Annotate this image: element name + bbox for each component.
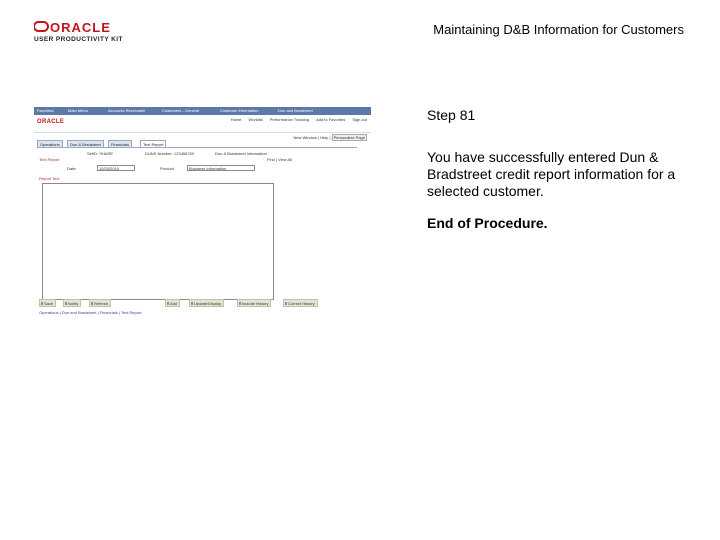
nav-item-customer-information[interactable]: Customer Information [220,108,258,113]
duns-number-text: DUNS Number: 123456789 [145,151,194,156]
nav-item-dun-bradstreet[interactable]: Dun and Bradstreet [278,108,313,113]
tab-operations[interactable]: Operations [37,140,63,147]
date-field[interactable]: 10/20/2010 [97,165,135,171]
nav-item-favorites[interactable]: Favorites [37,108,53,113]
section-title: Text Report [39,157,60,162]
upk-product-text: USER PRODUCTIVITY KIT [34,36,123,43]
dnb-information-text: Dun & Bradstreet Information [215,151,267,156]
correct-history-button[interactable]: Correct History [283,299,318,307]
page-tools: New Window | Help | Personalize Page [293,134,367,141]
tab-text-report[interactable]: Text Report [140,140,167,147]
application-screenshot: Favorites Main Menu Accounts Receivable … [34,107,371,319]
product-select[interactable]: Business Information [187,165,255,171]
oracle-upk-logo: ORACLE USER PRODUCTIVITY KIT [34,20,134,48]
nav-item-accounts-receivable[interactable]: Accounts Receivable [108,108,145,113]
sign-out-link[interactable]: Sign out [352,117,367,122]
nav-item-customers-general[interactable]: Customers - General [162,108,199,113]
include-history-button[interactable]: Include History [237,299,272,307]
notify-button[interactable]: Notify [63,299,82,307]
find-view-all-link[interactable]: Find | View All [267,157,292,162]
button-bar: Save Notify Refresh Add Update/Display I… [39,299,357,307]
tab-dun-bradstreet[interactable]: Dun & Bradstreet [67,140,104,147]
setid-text: SetID: SHARE [87,151,114,156]
tab-financials[interactable]: Financials [108,140,133,147]
end-of-procedure: End of Procedure. [427,215,548,231]
report-text-label: Report Text [39,176,60,181]
update-display-button[interactable]: Update/Display [189,299,225,307]
add-button[interactable]: Add [165,299,181,307]
refresh-button[interactable]: Refresh [89,299,112,307]
bottom-page-links[interactable]: Operations | Dun and Bradstreet | Financ… [39,310,141,315]
oracle-brand-text: ORACLE [50,20,111,35]
new-window-link[interactable]: New Window [294,135,317,140]
step-description: You have successfully entered Dun & Brad… [427,149,676,199]
step-number: Step 81 [427,107,476,123]
help-link[interactable]: Help [320,135,328,140]
text-report-form: SetID: SHARE DUNS Number: 123456789 Dun … [37,147,357,300]
top-navigation-bar: Favorites Main Menu Accounts Receivable … [34,107,371,115]
product-label: Product: [160,166,175,171]
header-links: Home Worklist Performance Tracking Add t… [225,117,367,122]
performance-tracking-link[interactable]: Performance Tracking [270,117,309,122]
save-button[interactable]: Save [39,299,57,307]
document-title: Maintaining D&B Information for Customer… [433,22,684,37]
header-bar: ORACLE Home Worklist Performance Trackin… [34,115,371,133]
date-label: Date: [67,166,77,171]
report-text-area[interactable] [42,183,274,300]
nav-item-main-menu[interactable]: Main Menu [68,108,88,113]
mini-oracle-logo: ORACLE [37,119,65,125]
worklist-link[interactable]: Worklist [249,117,263,122]
home-link[interactable]: Home [231,117,242,122]
personalize-page-link[interactable]: Personalize Page [331,134,367,141]
add-to-favorites-link[interactable]: Add to Favorites [316,117,345,122]
